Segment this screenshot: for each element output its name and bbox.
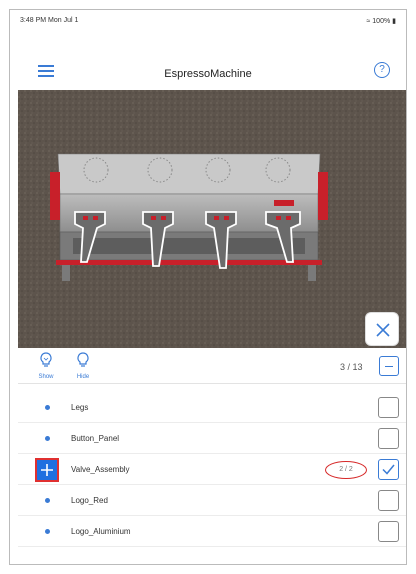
lightbulb-on-icon xyxy=(40,352,52,367)
expand-button[interactable] xyxy=(35,458,59,482)
list-item-legs[interactable]: Legs xyxy=(18,392,406,423)
ar-scene xyxy=(18,90,406,348)
list-item-logo-aluminium[interactable]: Logo_Aluminium xyxy=(18,516,406,547)
visibility-toolbar: Show Hide 3 / 13 xyxy=(18,348,406,384)
show-button[interactable]: Show xyxy=(34,352,58,380)
part-name: Logo_Red xyxy=(71,496,108,505)
close-button[interactable] xyxy=(365,312,399,346)
ar-viewer[interactable] xyxy=(18,90,406,348)
visibility-checkbox[interactable] xyxy=(378,397,399,418)
status-right: ≈ 100% ▮ xyxy=(366,17,396,25)
parts-list: Legs Button_Panel Valve_Assembly 2 / 2 L… xyxy=(18,392,406,547)
visibility-checkbox[interactable] xyxy=(378,428,399,449)
hide-button[interactable]: Hide xyxy=(71,352,95,380)
show-label: Show xyxy=(38,374,54,380)
list-scrollbar[interactable] xyxy=(406,476,407,548)
minus-icon xyxy=(385,365,393,367)
visibility-checkbox[interactable] xyxy=(378,490,399,511)
battery-icon: ▮ xyxy=(392,18,396,25)
plus-icon xyxy=(41,464,53,476)
list-item-button-panel[interactable]: Button_Panel xyxy=(18,423,406,454)
checkmark-icon xyxy=(382,464,395,475)
part-counter: 3 / 13 xyxy=(340,362,363,372)
page-title: EspressoMachine xyxy=(164,68,252,80)
hide-label: Hide xyxy=(76,374,90,380)
collapse-button[interactable] xyxy=(379,356,399,376)
status-bar: 3:48 PM Mon Jul 1 ≈ 100% ▮ xyxy=(10,10,406,32)
nav-bar: EspressoMachine ? xyxy=(10,32,406,88)
visibility-checkbox[interactable] xyxy=(378,521,399,542)
list-item-logo-red[interactable]: Logo_Red xyxy=(18,485,406,516)
bullet-icon xyxy=(45,529,50,534)
part-name: Logo_Aluminium xyxy=(71,527,131,536)
part-name: Valve_Assembly xyxy=(71,465,130,474)
lightbulb-off-icon xyxy=(77,352,89,367)
close-x-icon xyxy=(376,323,390,337)
app-window: 3:48 PM Mon Jul 1 ≈ 100% ▮ EspressoMachi… xyxy=(9,9,407,565)
part-name: Button_Panel xyxy=(71,434,120,443)
bullet-icon xyxy=(45,498,50,503)
status-time-date: 3:48 PM Mon Jul 1 xyxy=(20,17,79,24)
bullet-icon xyxy=(45,405,50,410)
list-item-valve-assembly[interactable]: Valve_Assembly 2 / 2 xyxy=(18,454,406,485)
visibility-checkbox-checked[interactable] xyxy=(378,459,399,480)
bullet-icon xyxy=(45,436,50,441)
question-circle-icon[interactable]: ? xyxy=(374,62,390,78)
selection-count-badge: 2 / 2 xyxy=(325,461,367,479)
battery-level: 100% xyxy=(372,18,391,25)
wifi-icon: ≈ xyxy=(366,18,371,25)
part-name: Legs xyxy=(71,403,89,412)
